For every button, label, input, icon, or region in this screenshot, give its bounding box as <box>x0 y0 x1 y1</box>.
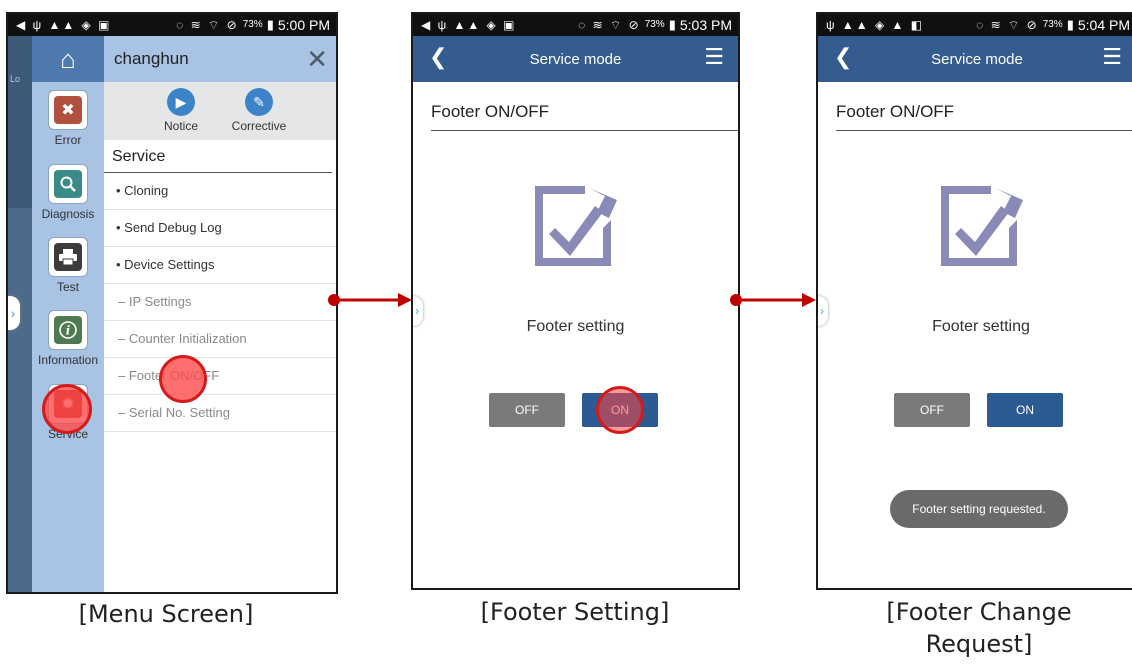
touch-indicator-on <box>596 386 644 434</box>
footer-setting-screen: ◀ ψ ▲▲ ◈ ▣ ◌ ≋ ⌔ ⊘ 73% ▮ 5:03 PM ❮ Servi… <box>411 12 740 590</box>
menu-rail: ⌂ ✖ Error Diagnosis Test i Information S… <box>32 36 104 592</box>
rail-label-information: Information <box>37 353 99 367</box>
caption-footer-request: [Footer Change Request] <box>844 596 1114 660</box>
battery-text: 73% <box>644 19 665 30</box>
caption-footer-setting: [Footer Setting] <box>480 598 670 626</box>
menu-item-serial-no-setting[interactable]: – Serial No. Setting <box>104 395 336 432</box>
menu-item-counter-initialization[interactable]: – Counter Initialization <box>104 321 336 358</box>
back-icon[interactable]: ❮ <box>429 44 447 70</box>
document-check-icon <box>535 186 617 266</box>
signal-icons: ◌ ≋ ⌔ ⊘ <box>176 18 239 32</box>
rail-item-test[interactable]: Test <box>32 237 104 294</box>
battery-text: 73% <box>1042 19 1063 30</box>
back-icon[interactable]: ❮ <box>834 44 852 70</box>
on-button[interactable]: ON <box>987 393 1063 427</box>
battery-icon: ▮ <box>266 17 274 32</box>
error-icon: ✖ <box>54 96 82 124</box>
menu-item-ip-settings[interactable]: – IP Settings <box>104 284 336 321</box>
corrective-label: Corrective <box>231 119 287 133</box>
clock: 5:00 PM <box>277 17 330 33</box>
toast-message: Footer setting requested. <box>890 490 1068 528</box>
corrective-button[interactable]: ✎ Corrective <box>227 88 291 133</box>
printer-icon <box>54 243 82 271</box>
rail-label-diagnosis: Diagnosis <box>41 207 95 221</box>
status-bar: ◀ ψ ▲▲ ◈ ▣ ◌ ≋ ⌔ ⊘ 73% ▮ 5:03 PM <box>413 14 738 36</box>
off-button[interactable]: OFF <box>489 393 565 427</box>
notification-icons: ψ ▲▲ ◈ ▲ ◧ <box>826 18 925 32</box>
menu-item-footer-on-off[interactable]: – Footer ON/OFF <box>104 358 336 395</box>
rail-item-error[interactable]: ✖ Error <box>32 90 104 147</box>
rail-item-diagnosis[interactable]: Diagnosis <box>32 164 104 221</box>
menu-item-cloning[interactable]: • Cloning <box>104 173 336 210</box>
menu-item-device-settings[interactable]: • Device Settings <box>104 247 336 284</box>
menu-screen: ◀ ψ ▲▲ ◈ ▣ ◌ ≋ ⌔ ⊘ 73% ▮ 5:00 PM Lo › ⌂ … <box>6 12 338 594</box>
touch-indicator-footer <box>159 355 207 403</box>
rail-item-information[interactable]: i Information <box>32 310 104 367</box>
background-text: Lo <box>10 74 21 84</box>
play-icon: ▶ <box>167 88 195 116</box>
hamburger-menu-icon[interactable]: ☰ <box>1102 44 1122 70</box>
info-icon: i <box>54 316 82 344</box>
document-check-icon <box>941 186 1023 266</box>
app-title: Service mode <box>931 50 1023 68</box>
battery-text: 73% <box>242 19 263 30</box>
off-button[interactable]: OFF <box>894 393 970 427</box>
transition-arrow-1 <box>328 293 412 307</box>
footer-setting-label: Footer setting <box>932 318 1030 335</box>
touch-indicator-service <box>42 384 92 434</box>
signal-icons: ◌ ≋ ⌔ ⊘ <box>578 18 641 32</box>
clock: 5:04 PM <box>1077 17 1130 33</box>
battery-icon: ▮ <box>1066 17 1074 32</box>
close-icon[interactable]: ✕ <box>306 46 328 72</box>
footer-request-screen: ψ ▲▲ ◈ ▲ ◧ ◌ ≋ ⌔ ⊘ 73% ▮ 5:04 PM ❮ Servi… <box>816 12 1132 590</box>
clock: 5:03 PM <box>679 17 732 33</box>
quick-actions: ▶ Notice ✎ Corrective <box>104 82 336 140</box>
footer-setting-label: Footer setting <box>526 318 625 335</box>
caption-menu-screen: [Menu Screen] <box>78 600 254 628</box>
menu-panel: changhun ✕ ▶ Notice ✎ Corrective Service… <box>104 36 336 592</box>
caption-footer-request-line2: Request] <box>925 630 1033 658</box>
hamburger-menu-icon[interactable]: ☰ <box>704 44 724 70</box>
section-title: Service <box>104 140 332 173</box>
menu-item-send-debug-log[interactable]: • Send Debug Log <box>104 210 336 247</box>
rail-label-test: Test <box>56 280 79 294</box>
notice-button[interactable]: ▶ Notice <box>149 88 213 133</box>
status-bar: ◀ ψ ▲▲ ◈ ▣ ◌ ≋ ⌔ ⊘ 73% ▮ 5:00 PM <box>8 14 336 36</box>
battery-icon: ▮ <box>668 17 676 32</box>
home-icon: ⌂ <box>60 43 76 74</box>
drawer-handle[interactable]: › <box>8 296 20 330</box>
search-icon <box>54 170 82 198</box>
user-name: changhun <box>114 49 189 68</box>
notification-icons: ◀ ψ ▲▲ ◈ ▣ <box>16 18 112 32</box>
signal-icons: ◌ ≋ ⌔ ⊘ <box>976 18 1039 32</box>
app-title: Service mode <box>529 50 622 68</box>
caption-footer-request-line1: [Footer Change <box>886 598 1072 626</box>
app-bar: ❮ Service mode ☰ <box>818 36 1132 82</box>
notice-label: Notice <box>163 119 198 133</box>
app-bar: ❮ Service mode ☰ <box>413 36 738 82</box>
transition-arrow-2 <box>730 293 816 307</box>
screen-title: Footer ON/OFF <box>836 102 1132 131</box>
notification-icons: ◀ ψ ▲▲ ◈ ▣ <box>421 18 517 32</box>
status-bar: ψ ▲▲ ◈ ▲ ◧ ◌ ≋ ⌔ ⊘ 73% ▮ 5:04 PM <box>818 14 1132 36</box>
panel-header: changhun ✕ <box>104 36 336 82</box>
svg-text:i: i <box>66 324 71 338</box>
home-button[interactable]: ⌂ <box>32 36 104 82</box>
edit-icon: ✎ <box>245 88 273 116</box>
rail-label-error: Error <box>54 133 82 147</box>
screen-title: Footer ON/OFF <box>431 102 738 131</box>
